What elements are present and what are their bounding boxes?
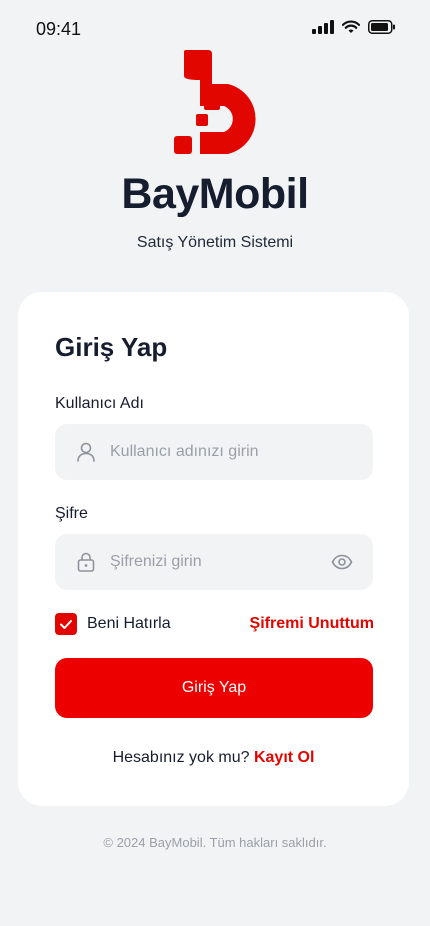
login-title: Giriş Yap: [55, 332, 168, 362]
forgot-password-link[interactable]: Şifremi Unuttum: [250, 615, 374, 633]
remember-label[interactable]: Beni Hatırla: [87, 615, 171, 633]
login-button[interactable]: Giriş Yap: [55, 658, 373, 718]
brand-name: BayMobil: [121, 170, 309, 218]
user-icon: [77, 442, 95, 462]
status-icons: [312, 20, 396, 34]
register-prompt: Hesabınız yok mu?: [112, 749, 250, 766]
login-card: Giriş Yap Kullanıcı Adı Kullanıcı adınız…: [18, 292, 409, 806]
register-row: Hesabınız yok mu? Kayıt Ol: [18, 749, 409, 767]
check-icon: [60, 620, 72, 629]
baymobil-logo-icon: [174, 50, 256, 154]
battery-icon: [368, 20, 395, 34]
password-label: Şifre: [55, 505, 88, 522]
status-bar: 09:41: [0, 0, 430, 56]
brand-subtitle: Satış Yönetim Sistemi: [136, 234, 294, 251]
brand-logo: [170, 50, 266, 160]
wifi-icon: [342, 20, 360, 33]
username-label: Kullanıcı Adı: [55, 395, 144, 412]
signal-icon: [312, 20, 334, 34]
username-placeholder: Kullanıcı adınızı girin: [110, 443, 259, 460]
register-link[interactable]: Kayıt Ol: [254, 749, 314, 766]
eye-icon[interactable]: [331, 551, 353, 573]
status-time: 09:41: [36, 19, 82, 39]
password-field[interactable]: Şifrenizi girin: [55, 534, 373, 590]
username-field[interactable]: Kullanıcı adınızı girin: [55, 424, 373, 480]
footer-copyright: © 2024 BayMobil. Tüm hakları saklıdır.: [103, 835, 327, 850]
remember-checkbox[interactable]: [55, 613, 77, 635]
lock-icon: [77, 552, 95, 572]
password-placeholder: Şifrenizi girin: [110, 553, 202, 570]
